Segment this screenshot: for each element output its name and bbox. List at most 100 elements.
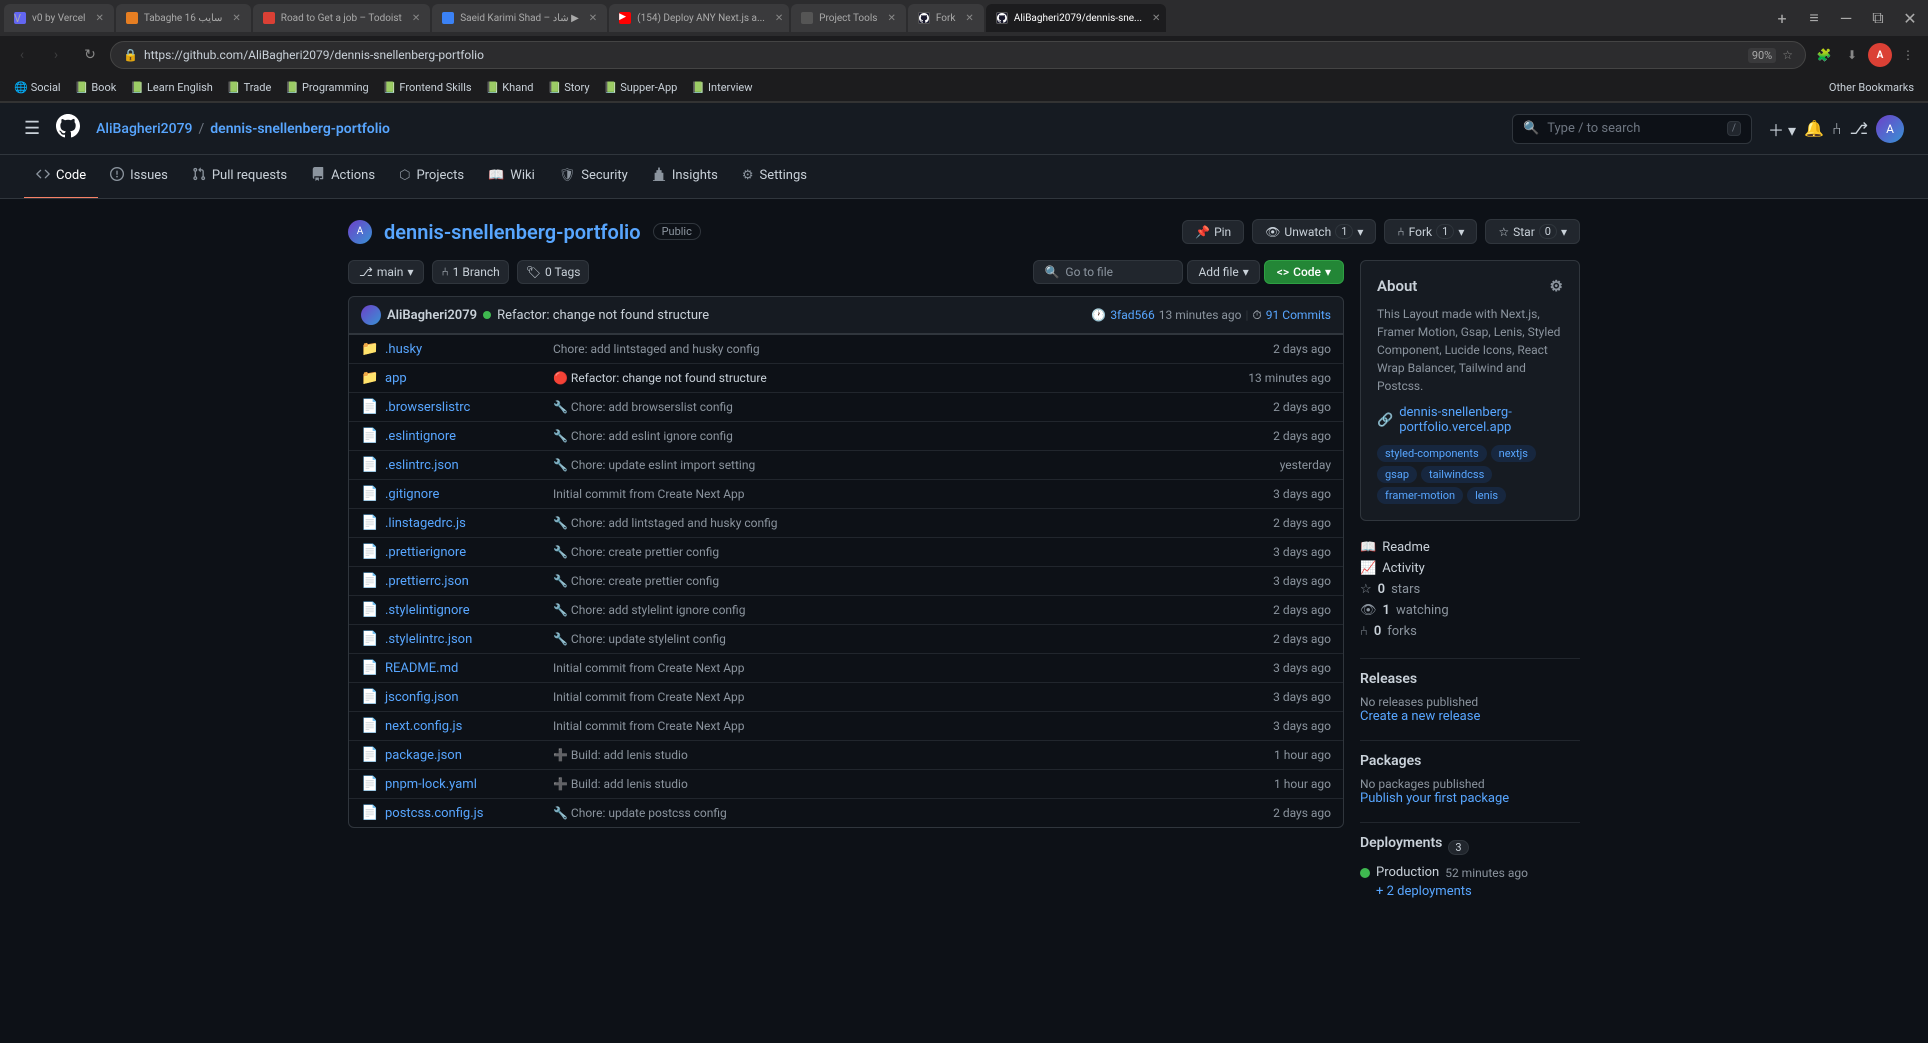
tag-framer-motion[interactable]: framer-motion bbox=[1377, 487, 1463, 504]
star-chevron-icon[interactable]: ▾ bbox=[1561, 225, 1567, 239]
tab-project-tools[interactable]: Project Tools ✕ bbox=[791, 4, 906, 32]
nav-item-security[interactable]: 🛡 Security bbox=[547, 155, 640, 199]
fork-icon-header[interactable]: ⑃ bbox=[1832, 119, 1842, 138]
tab-tabaghe[interactable]: Tabaghe 16 سایب ✕ bbox=[116, 4, 251, 32]
file-name-husky[interactable]: .husky bbox=[385, 342, 545, 357]
commits-link[interactable]: 🕐 3fad566 13 minutes ago | ⏱ 91 Commits bbox=[1091, 308, 1331, 323]
notifications-button[interactable]: 🔔 bbox=[1804, 119, 1824, 138]
tag-gsap[interactable]: gsap bbox=[1377, 466, 1417, 483]
bookmark-interview[interactable]: 📗 Interview bbox=[685, 79, 758, 96]
file-name-postcss[interactable]: postcss.config.js bbox=[385, 806, 545, 821]
fork-chevron-icon[interactable]: ▾ bbox=[1458, 225, 1464, 239]
bookmark-khand[interactable]: 📗 Khand bbox=[480, 79, 540, 96]
file-name-gitignore[interactable]: .gitignore bbox=[385, 487, 545, 502]
file-name-app[interactable]: app bbox=[385, 371, 545, 386]
file-name-nextconfig[interactable]: next.config.js bbox=[385, 719, 545, 734]
tab-close[interactable]: ✕ bbox=[887, 13, 895, 24]
file-name-browserslistrc[interactable]: .browserslistrc bbox=[385, 400, 545, 415]
downloads-icon[interactable]: ⬇ bbox=[1840, 43, 1864, 67]
watchers-link[interactable]: 👁 1 watching bbox=[1360, 600, 1580, 621]
minimize-button[interactable]: — bbox=[1832, 4, 1860, 32]
tab-your-repos[interactable]: Fork ✕ bbox=[908, 4, 984, 32]
bookmark-story[interactable]: 📗 Story bbox=[542, 79, 596, 96]
tab-close[interactable]: ✕ bbox=[412, 13, 420, 24]
file-name-readme[interactable]: README.md bbox=[385, 661, 545, 676]
restore-button[interactable]: ⧉ bbox=[1864, 4, 1892, 32]
tab-todoist[interactable]: Road to Get a job – Todoist ✕ bbox=[253, 4, 430, 32]
production-deployment[interactable]: Production 52 minutes ago bbox=[1360, 865, 1580, 880]
bookmark-supper-app[interactable]: 📗 Supper-App bbox=[598, 79, 684, 96]
commit-hash[interactable]: 3fad566 bbox=[1110, 308, 1154, 322]
file-name-eslintrc[interactable]: .eslintrc.json bbox=[385, 458, 545, 473]
file-name-prettierrc[interactable]: .prettierrc.json bbox=[385, 574, 545, 589]
tag-tailwindcss[interactable]: tailwindcss bbox=[1421, 466, 1492, 483]
fork-button[interactable]: ⑃ Fork 1 ▾ bbox=[1384, 219, 1477, 244]
tab-close[interactable]: ✕ bbox=[95, 13, 103, 24]
file-name-stylelintignore[interactable]: .stylelintignore bbox=[385, 603, 545, 618]
tab-close[interactable]: ✕ bbox=[232, 13, 240, 24]
nav-item-insights[interactable]: Insights bbox=[640, 155, 730, 199]
about-settings-icon[interactable]: ⚙ bbox=[1550, 277, 1563, 295]
create-release-link[interactable]: Create a new release bbox=[1360, 709, 1480, 724]
website-link[interactable]: dennis-snellenberg-portfolio.vercel.app bbox=[1399, 405, 1563, 435]
forward-button[interactable]: › bbox=[42, 41, 70, 69]
total-commits[interactable]: 91 Commits bbox=[1266, 308, 1331, 322]
unwatch-button[interactable]: 👁 Unwatch 1 ▾ bbox=[1252, 219, 1376, 244]
tab-close[interactable]: ✕ bbox=[589, 13, 597, 24]
file-name-package[interactable]: package.json bbox=[385, 748, 545, 763]
chevron-down-icon[interactable]: ▾ bbox=[1357, 225, 1363, 239]
file-name-stylelintrc[interactable]: .stylelintrc.json bbox=[385, 632, 545, 647]
file-name-lintstaged[interactable]: .linstagedrc.js bbox=[385, 516, 545, 531]
forks-link[interactable]: ⑃ 0 forks bbox=[1360, 621, 1580, 642]
tab-close[interactable]: ✕ bbox=[775, 13, 783, 24]
bookmark-other[interactable]: Other Bookmarks bbox=[1823, 79, 1920, 96]
browser-menu-icon[interactable]: ⋮ bbox=[1896, 43, 1920, 67]
tab-list-button[interactable]: ≡ bbox=[1800, 4, 1828, 32]
commit-author-name[interactable]: AliBagheri2079 bbox=[387, 308, 477, 323]
bookmark-social[interactable]: 🌐 Social bbox=[8, 79, 67, 96]
close-window-button[interactable]: ✕ bbox=[1896, 4, 1924, 32]
tag-styled-components[interactable]: styled-components bbox=[1377, 445, 1487, 462]
tab-close[interactable]: ✕ bbox=[965, 13, 973, 24]
file-name-pnpm[interactable]: pnpm-lock.yaml bbox=[385, 777, 545, 792]
breadcrumb-user[interactable]: AliBagheri2079 bbox=[96, 121, 192, 137]
nav-item-issues[interactable]: Issues bbox=[98, 155, 180, 199]
repo-title[interactable]: dennis-snellenberg-portfolio bbox=[384, 220, 641, 244]
bookmark-book[interactable]: 📗 Book bbox=[69, 79, 123, 96]
about-link[interactable]: 🔗 dennis-snellenberg-portfolio.vercel.ap… bbox=[1377, 405, 1563, 435]
stars-link[interactable]: ☆ 0 stars bbox=[1360, 579, 1580, 600]
pin-button[interactable]: 📌 Pin bbox=[1182, 220, 1244, 244]
nav-item-code[interactable]: Code bbox=[24, 155, 98, 199]
tag-lenis[interactable]: lenis bbox=[1467, 487, 1506, 504]
file-name-eslintignore[interactable]: .eslintignore bbox=[385, 429, 545, 444]
tag-nextjs[interactable]: nextjs bbox=[1491, 445, 1536, 462]
nav-item-settings[interactable]: ⚙ Settings bbox=[730, 155, 819, 199]
bookmark-frontend[interactable]: 📗 Frontend Skills bbox=[377, 79, 478, 96]
tags-link[interactable]: 🏷 0 Tags bbox=[517, 260, 590, 284]
pulls-icon[interactable]: ⎇ bbox=[1850, 119, 1868, 138]
bookmark-programming[interactable]: 📗 Programming bbox=[279, 79, 374, 96]
tab-close[interactable]: ✕ bbox=[1152, 13, 1160, 24]
breadcrumb-repo[interactable]: dennis-snellenberg-portfolio bbox=[210, 121, 390, 137]
nav-item-wiki[interactable]: 📖 Wiki bbox=[476, 155, 547, 199]
more-deployments-link[interactable]: + 2 deployments bbox=[1360, 884, 1580, 899]
branches-link[interactable]: ⑃ 1 Branch bbox=[432, 260, 508, 284]
profile-icon[interactable]: A bbox=[1868, 43, 1892, 67]
readme-link[interactable]: 📖 Readme bbox=[1360, 537, 1580, 558]
github-logo[interactable] bbox=[56, 114, 80, 144]
global-search[interactable]: 🔍 Type / to search / bbox=[1512, 114, 1752, 144]
file-name-prettierignore[interactable]: .prettierignore bbox=[385, 545, 545, 560]
tab-saeid[interactable]: Saeid Karimi Shad – شاد ▶ ✕ bbox=[432, 4, 607, 32]
goto-file-button[interactable]: 🔍 Go to file bbox=[1033, 260, 1183, 284]
tab-current-repo[interactable]: AliBagheri2079/dennis-sne... ✕ bbox=[986, 4, 1166, 32]
bookmark-trade[interactable]: 📗 Trade bbox=[221, 79, 277, 96]
nav-item-projects[interactable]: ⬡ Projects bbox=[387, 155, 476, 199]
address-bar[interactable]: 🔒 https://github.com/AliBagheri2079/denn… bbox=[110, 41, 1806, 69]
reload-button[interactable]: ↻ bbox=[76, 41, 104, 69]
new-item-button[interactable]: ＋ ▾ bbox=[1768, 117, 1796, 141]
nav-item-actions[interactable]: Actions bbox=[299, 155, 387, 199]
hamburger-button[interactable]: ☰ bbox=[24, 118, 40, 139]
bookmark-icon[interactable]: ☆ bbox=[1782, 48, 1793, 62]
add-file-button[interactable]: Add file ▾ bbox=[1187, 260, 1259, 284]
nav-item-pulls[interactable]: Pull requests bbox=[180, 155, 299, 199]
